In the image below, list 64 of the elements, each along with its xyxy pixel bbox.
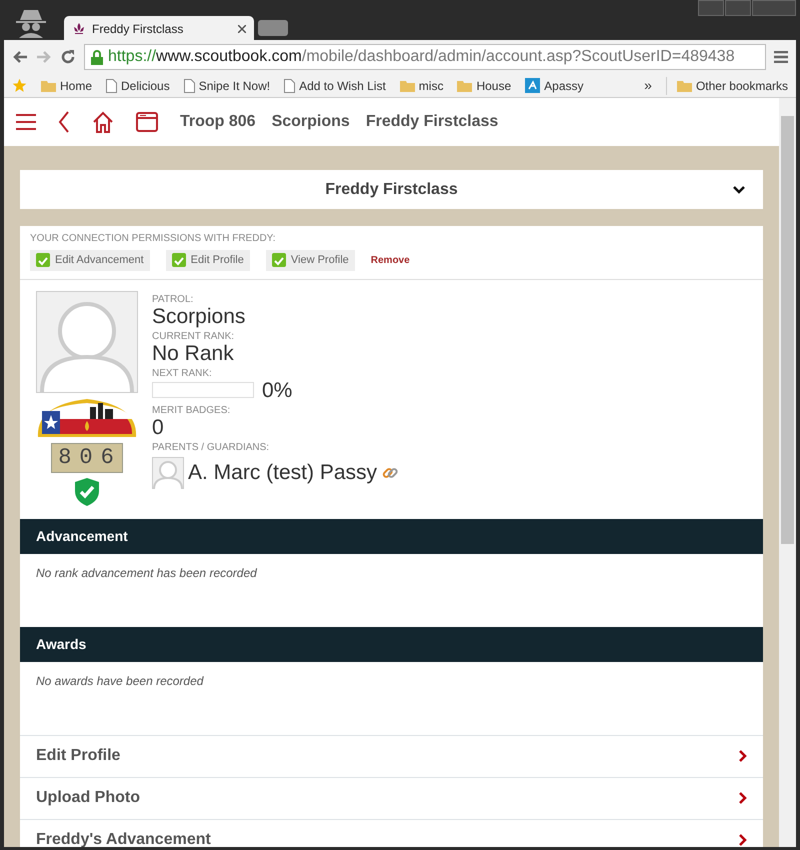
page-icon [284,78,296,92]
bookmark[interactable]: misc [400,76,444,94]
field-value: Scorpions [152,304,246,328]
url-text: https://www.scoutbook.com/mobile/dashboard/admin/account.asp?ScoutUserID=489438 [108,47,735,67]
back-icon[interactable] [58,111,70,133]
star-icon[interactable] [12,78,27,93]
breadcrumb-link[interactable]: Scorpions [272,110,350,134]
field-label: NEXT RANK: [152,368,213,379]
lock-icon [91,50,103,64]
home-icon[interactable] [92,111,114,133]
menu-icon[interactable] [774,51,788,63]
unit-number: 806 [51,442,123,472]
progress-reading: 0% [262,378,292,402]
chevron-right-icon [739,834,747,846]
bookmark[interactable]: Other bookmarks [666,76,788,94]
bookmark[interactable]: Add to Wish List [284,76,386,94]
incognito-icon [14,8,48,38]
menu-icon[interactable] [16,113,36,131]
permission-tag: Edit Advancement [30,250,150,270]
empty-message: No awards have been recorded [35,672,205,690]
field-label: PARENTS / GUARDIANS: [152,442,270,453]
window-icon[interactable] [136,112,158,132]
permissions-heading: YOUR CONNECTION PERMISSIONS WITH FREDDY: [30,232,277,246]
folder-icon [676,80,692,92]
bookmark[interactable]: Snipe It Now! [184,76,270,94]
address-bar[interactable]: https://www.scoutbook.com/mobile/dashboard/admin/account.asp?ScoutUserID=489438 [84,44,766,70]
tab-title: Freddy Firstclass [92,21,184,38]
chevron-icon[interactable] [733,186,745,194]
app-icon [525,78,540,93]
chevron-right-icon [739,792,747,804]
remove-link[interactable]: Remove [370,252,410,268]
permission-tag: View Profile [266,250,355,270]
scout-name: Freddy Firstclass [325,180,458,200]
breadcrumb-link[interactable]: Freddy Firstclass [366,110,498,134]
bookmark[interactable]: Home [41,76,92,94]
folder-icon [457,80,472,92]
chevron-right-icon [739,750,747,762]
field-value: 0 [152,416,165,439]
close-icon[interactable] [238,25,246,33]
field-value: No Rank [152,342,235,365]
parent-link[interactable]: A. Marc (test) Passy [188,461,378,484]
empty-message: No rank advancement has been recorded [35,564,258,582]
scrollbar[interactable] [779,98,796,847]
reload-icon[interactable] [60,49,76,65]
field-label: PATROL: [152,294,194,304]
field-label: CURRENT RANK: [152,332,236,342]
shield-check-icon [74,476,100,506]
folder-icon [41,80,56,92]
back-icon[interactable] [12,50,28,64]
page-icon [106,78,118,92]
section-header: Awards [20,626,763,662]
avatar-placeholder [152,456,184,489]
breadcrumb-link[interactable]: Troop 806 [180,110,256,134]
page-icon [184,78,195,92]
bookmark[interactable]: Delicious [106,76,170,94]
browser-tab[interactable]: Freddy Firstclass [64,16,254,42]
overflow-button[interactable]: » [644,75,652,96]
permission-tag: Edit Profile [166,250,250,270]
menu-link[interactable]: Freddy's Advancement [20,818,763,847]
folder-icon [400,80,415,92]
field-label: MERIT BADGES: [152,406,232,416]
section-header: Advancement [20,518,763,554]
bookmark[interactable]: Apassy [525,76,584,94]
bookmark[interactable]: House [457,76,512,94]
